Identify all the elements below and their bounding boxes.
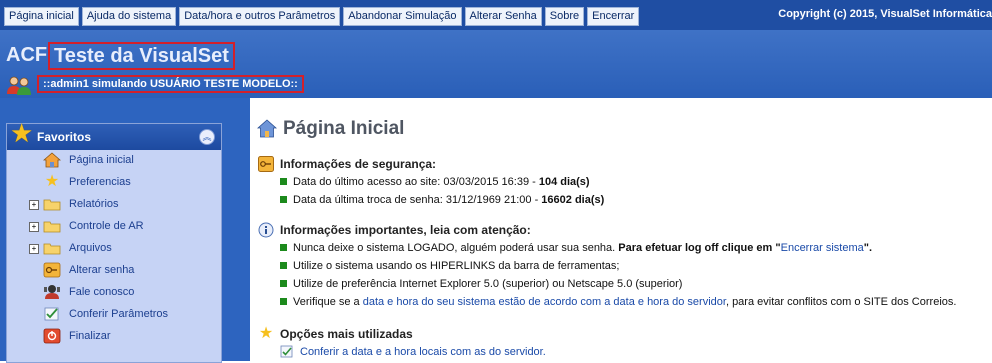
home-icon [42, 152, 62, 168]
browser-text: Utilize de preferência Internet Explorer… [293, 278, 683, 290]
sidebar-item-label: Conferir Parâmetros [69, 308, 169, 320]
menu-encerrar[interactable]: Encerrar [587, 7, 640, 26]
main-content: Página Inicial Informações de segurança:… [250, 98, 992, 361]
menu-alterar-senha[interactable]: Alterar Senha [464, 7, 542, 26]
folder-icon [43, 218, 61, 234]
expand-icon[interactable]: + [29, 200, 39, 210]
sidebar-item-label: Página inicial [69, 154, 134, 166]
sidebar-item-finalizar[interactable]: Finalizar [7, 326, 221, 348]
check-icon [43, 306, 61, 322]
date-check-link[interactable]: data e hora do seu sistema estão de acor… [363, 296, 726, 308]
bullet-icon [280, 244, 287, 251]
sidebar-item-label: Arquivos [69, 242, 112, 254]
bullet-icon [280, 178, 287, 185]
favorites-title: Favoritos [37, 130, 92, 144]
power-icon [43, 328, 61, 344]
favorites-header: ★ Favoritos ︽ [7, 118, 221, 150]
collapse-icon[interactable]: ︽ [199, 129, 215, 145]
menu-sobre[interactable]: Sobre [544, 7, 585, 26]
bullet-icon [280, 280, 287, 287]
bullet-icon [280, 262, 287, 269]
home-icon [256, 119, 278, 139]
date-check-post: , para evitar conflitos com o SITE dos C… [725, 296, 957, 308]
sidebar-item-label: Alterar senha [69, 264, 135, 276]
sidebar-item-controle-de-ar[interactable]: + Controle de AR [7, 216, 221, 238]
last-password-date: 31/12/1969 21:00 [445, 194, 532, 206]
key-icon [43, 262, 61, 278]
expand-icon[interactable]: + [29, 222, 39, 232]
top-menu: Página inicial Ajuda do sistema Data/hor… [4, 7, 640, 26]
site-title: Teste da VisualSet [48, 42, 235, 70]
sidebar-item-pagina-inicial[interactable]: Página inicial [7, 150, 221, 172]
sidebar-item-relatorios[interactable]: + Relatórios [7, 194, 221, 216]
menu-pagina-inicial[interactable]: Página inicial [4, 7, 79, 26]
logout-warning-text: Nunca deixe o sistema LOGADO, alguém pod… [293, 242, 616, 254]
top-menu-bar: Página inicial Ajuda do sistema Data/hor… [0, 0, 992, 30]
page-header: ACF Teste da VisualSet ::admin1 simuland… [0, 30, 992, 98]
date-check-pre: Verifique se a [293, 296, 360, 308]
folder-icon [43, 240, 61, 256]
info-icon [258, 222, 274, 238]
session-info: ::admin1 simulando USUÁRIO TESTE MODELO:… [37, 75, 304, 93]
last-access-days: 104 dia(s) [538, 176, 590, 188]
last-password-label: Data da última troca de senha: [293, 194, 443, 206]
options-title: Opções mais utilizadas [280, 327, 413, 341]
sidebar-item-conferir-parametros[interactable]: Conferir Parâmetros [7, 304, 221, 326]
check-icon [280, 345, 294, 359]
sidebar-item-preferencias[interactable]: ★ Preferencias [7, 172, 221, 194]
sidebar-item-fale-conosco[interactable]: Fale conosco [7, 282, 221, 304]
sidebar-item-label: Fale conosco [69, 286, 135, 298]
contact-icon [43, 284, 61, 300]
star-icon: ★ [44, 173, 60, 190]
expand-icon[interactable]: + [29, 244, 39, 254]
page-title: Página Inicial [283, 118, 405, 139]
last-password-days: 16602 dia(s) [541, 194, 605, 206]
bullet-icon [280, 298, 287, 305]
encerrar-sistema-link[interactable]: Encerrar sistema [781, 242, 864, 254]
bullet-icon [280, 196, 287, 203]
sidebar-item-label: Relatórios [69, 198, 119, 210]
sidebar-item-alterar-senha[interactable]: Alterar senha [7, 260, 221, 282]
menu-abandonar-simulacao[interactable]: Abandonar Simulação [343, 7, 462, 26]
logout-instruction: Para efetuar log off clique em " [618, 242, 781, 254]
favorites-list: Página inicial ★ Preferencias + Relatóri… [7, 150, 221, 348]
folder-icon [43, 196, 61, 212]
menu-ajuda-do-sistema[interactable]: Ajuda do sistema [81, 7, 177, 26]
favorites-panel: ★ Favoritos ︽ Página inicial ★ Preferenc… [6, 118, 222, 363]
favorites-star-icon: ★ [10, 118, 34, 148]
last-access-label: Data do último acesso ao site: [293, 176, 441, 188]
copyright-text: Copyright (c) 2015, VisualSet Informátic… [778, 8, 992, 20]
hyperlinks-text: Utilize o sistema usando os HIPERLINKS d… [293, 260, 620, 272]
key-icon [258, 156, 274, 172]
sidebar-item-label: Finalizar [69, 330, 111, 342]
sidebar-item-label: Preferencias [69, 176, 131, 188]
important-title: Informações importantes, leia com atençã… [280, 223, 531, 237]
logout-instruction-end: ". [863, 242, 873, 254]
sidebar-item-arquivos[interactable]: + Arquivos [7, 238, 221, 260]
menu-data-hora-parametros[interactable]: Data/hora e outros Parâmetros [179, 7, 341, 26]
brand-acf: ACF [6, 44, 48, 66]
security-title: Informações de segurança: [280, 157, 437, 171]
sidebar-item-label: Controle de AR [69, 220, 144, 232]
options-item-link[interactable]: Conferir a data e a hora locais com as d… [300, 346, 546, 358]
last-access-date: 03/03/2015 16:39 [443, 176, 530, 188]
star-icon: ★ [258, 325, 274, 342]
users-icon [6, 75, 32, 95]
